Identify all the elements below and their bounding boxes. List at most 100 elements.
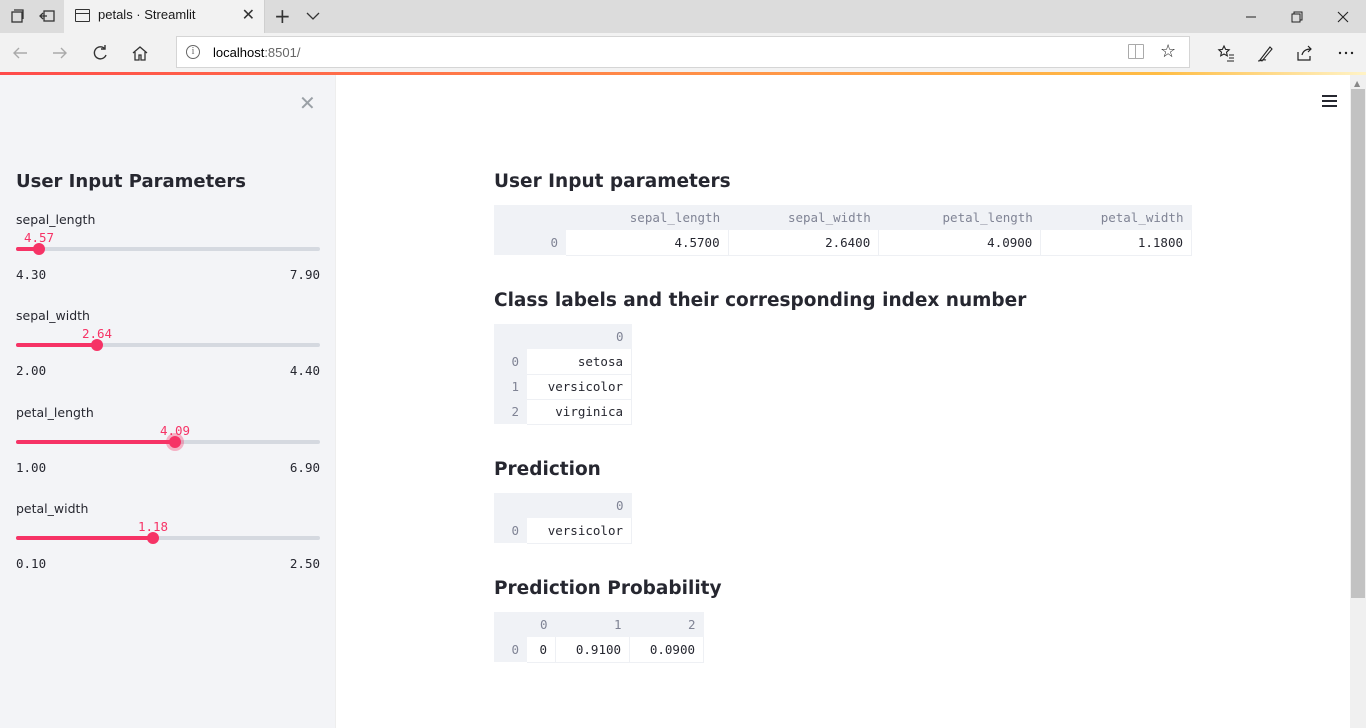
table-row: 0 setosa — [494, 349, 632, 375]
slider-min: 0.10 — [16, 556, 47, 571]
slider-min: 4.30 — [16, 267, 47, 282]
section-heading-class-labels: Class labels and their corresponding ind… — [494, 290, 1027, 311]
slider-thumb[interactable] — [147, 532, 159, 544]
row-index: 1 — [494, 374, 527, 399]
slider-sepal-width[interactable]: sepal_width 2.64 2.00 4.40 — [16, 308, 320, 388]
slider-sepal-length[interactable]: sepal_length 4.57 4.30 7.90 — [16, 212, 320, 292]
row-index: 2 — [494, 399, 527, 424]
column-header: 0 — [527, 324, 632, 349]
table-header-row: 0 1 2 — [494, 612, 704, 637]
minimize-icon[interactable] — [1228, 0, 1274, 33]
scrollbar-thumb[interactable] — [1351, 89, 1365, 598]
main-menu-icon[interactable] — [1322, 95, 1337, 108]
row-index: 0 — [494, 230, 566, 255]
section-heading-prediction: Prediction — [494, 459, 601, 480]
tab-title: petals · Streamlit — [98, 7, 196, 22]
table-cell: 1.1800 — [1040, 230, 1192, 256]
table-cell: versicolor — [527, 374, 632, 400]
column-header: 0 — [527, 612, 556, 637]
slider-label: sepal_width — [16, 308, 90, 323]
table-row: 0 versicolor — [494, 518, 632, 544]
column-header: 1 — [555, 612, 630, 637]
tab-close-icon[interactable]: ✕ — [242, 6, 255, 24]
close-sidebar-icon[interactable]: ✕ — [299, 93, 316, 113]
slider-max: 2.50 — [289, 556, 320, 571]
address-bar[interactable]: i localhost:8501/ ☆ — [176, 36, 1190, 68]
set-tabs-aside-icon[interactable] — [38, 7, 56, 25]
slider-max: 7.90 — [289, 267, 320, 282]
close-window-icon[interactable] — [1320, 0, 1366, 33]
index-header — [494, 493, 527, 518]
slider-min: 1.00 — [16, 460, 47, 475]
site-info-icon[interactable]: i — [186, 45, 200, 59]
slider-label: sepal_length — [16, 212, 96, 227]
table-row: 0 4.5700 2.6400 4.0900 1.1800 — [494, 230, 1192, 256]
share-icon[interactable] — [1295, 43, 1315, 63]
class-labels-table: 0 0 setosa 1 versicolor 2 virginica — [494, 324, 632, 425]
row-index: 0 — [494, 637, 527, 662]
slider-label: petal_width — [16, 501, 89, 516]
new-tab-icon[interactable]: + — [274, 4, 291, 28]
page-icon — [75, 9, 90, 22]
slider-min: 2.00 — [16, 363, 47, 378]
tab-actions-icon[interactable] — [8, 7, 26, 25]
row-index: 0 — [494, 518, 527, 543]
table-cell: 0.9100 — [555, 637, 631, 663]
slider-max: 6.90 — [289, 460, 320, 475]
browser-tab[interactable]: petals · Streamlit ✕ — [64, 0, 265, 33]
slider-thumb[interactable] — [169, 436, 181, 448]
browser-tab-bar: petals · Streamlit ✕ + — [0, 0, 1366, 33]
table-row: 2 virginica — [494, 399, 632, 425]
reading-view-icon[interactable] — [1128, 44, 1144, 59]
browser-toolbar: i localhost:8501/ ☆ — [0, 33, 1366, 73]
table-cell: 2.6400 — [728, 230, 880, 256]
favorites-list-icon[interactable] — [1216, 43, 1236, 63]
table-row: 0 0 0.9100 0.0900 — [494, 637, 704, 663]
column-header: sepal_length — [566, 205, 729, 230]
slider-thumb[interactable] — [91, 339, 103, 351]
column-header: sepal_width — [728, 205, 879, 230]
forward-icon[interactable] — [50, 43, 70, 63]
restore-icon[interactable] — [1274, 0, 1320, 33]
page-scrollbar[interactable]: ▲ — [1350, 75, 1366, 728]
slider-petal-width[interactable]: petal_width 1.18 0.10 2.50 — [16, 501, 320, 581]
table-row: 1 versicolor — [494, 374, 632, 400]
url-text: localhost:8501/ — [213, 45, 301, 60]
section-heading-user-input: User Input parameters — [494, 171, 731, 192]
slider-fill — [16, 343, 97, 347]
notes-pen-icon[interactable] — [1256, 43, 1276, 63]
table-header-row: 0 — [494, 493, 632, 518]
slider-label: petal_length — [16, 405, 94, 420]
input-parameters-table: sepal_length sepal_width petal_length pe… — [494, 205, 1192, 256]
slider-thumb[interactable] — [33, 243, 45, 255]
section-heading-prediction-probability: Prediction Probability — [494, 578, 722, 599]
more-options-icon[interactable] — [1336, 43, 1356, 63]
table-cell: versicolor — [527, 518, 632, 544]
table-cell: setosa — [527, 349, 632, 375]
table-cell: 0 — [527, 637, 557, 663]
table-header-row: 0 — [494, 324, 632, 349]
refresh-icon[interactable] — [90, 43, 110, 63]
back-icon[interactable] — [10, 43, 30, 63]
table-cell: virginica — [527, 399, 632, 425]
tab-list-chevron-icon[interactable] — [306, 6, 320, 30]
column-header: petal_length — [878, 205, 1041, 230]
slider-fill — [16, 440, 175, 444]
column-header: 0 — [527, 493, 632, 518]
table-cell: 0.0900 — [629, 637, 704, 663]
table-cell: 4.0900 — [878, 230, 1042, 256]
index-header — [494, 205, 566, 230]
slider-fill — [16, 536, 153, 540]
column-header: petal_width — [1040, 205, 1192, 230]
column-header: 2 — [629, 612, 704, 637]
index-header — [494, 324, 527, 349]
slider-max: 4.40 — [289, 363, 320, 378]
sidebar: ✕ User Input Parameters sepal_length 4.5… — [0, 75, 336, 728]
favorite-star-icon[interactable]: ☆ — [1160, 41, 1176, 63]
row-index: 0 — [494, 349, 527, 374]
slider-petal-length[interactable]: petal_length 4.09 1.00 6.90 — [16, 405, 320, 485]
slider-track[interactable] — [16, 247, 320, 251]
scroll-up-arrow-icon[interactable]: ▲ — [1354, 79, 1360, 88]
home-icon[interactable] — [130, 43, 150, 63]
index-header — [494, 612, 527, 637]
